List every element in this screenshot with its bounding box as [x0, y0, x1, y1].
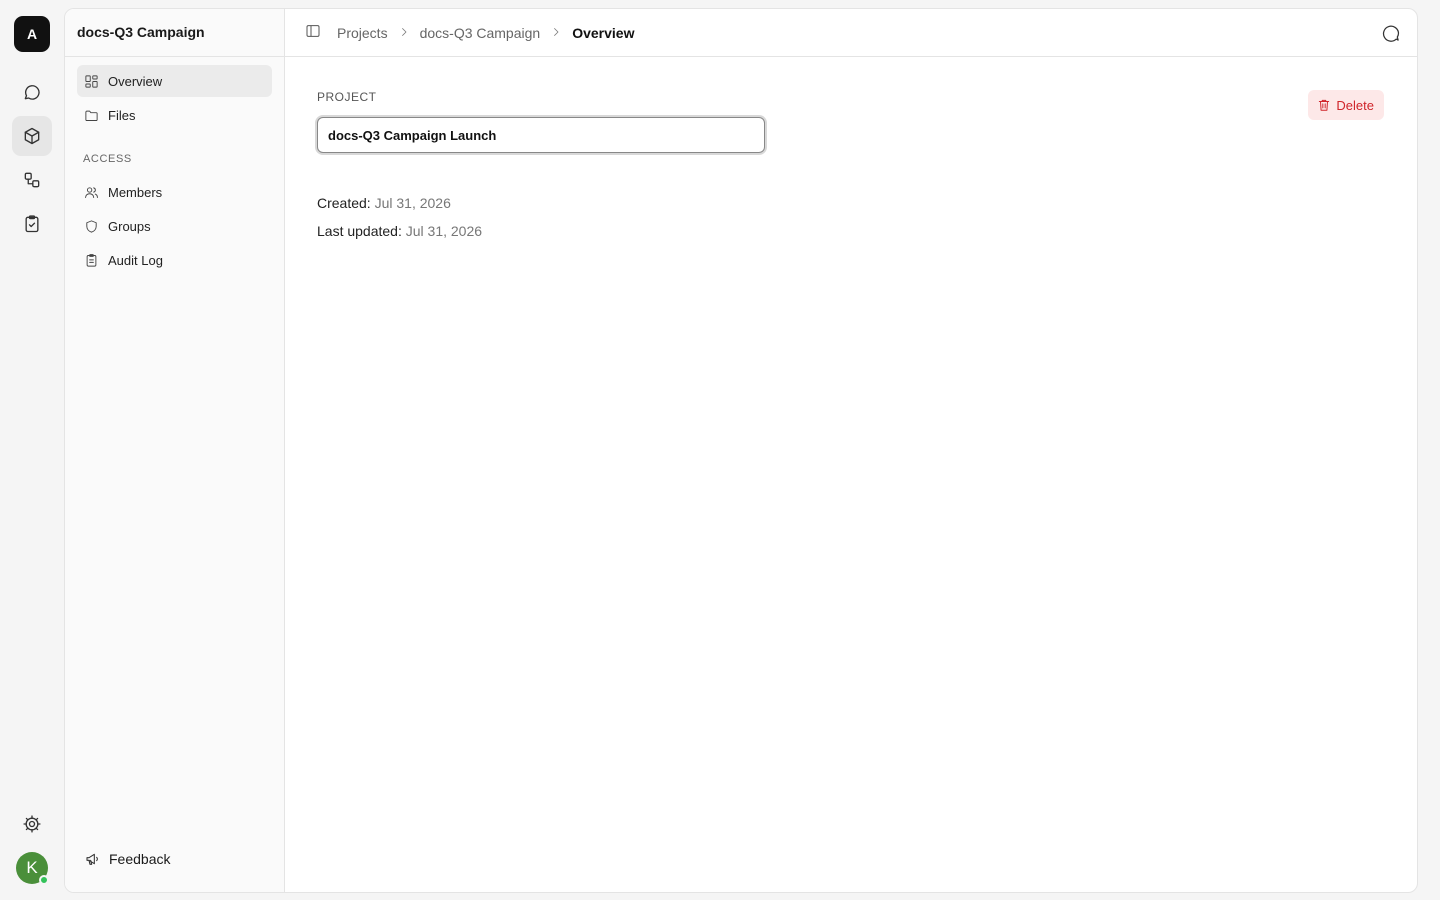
feedback-button[interactable]: Feedback	[85, 851, 170, 867]
sidebar-project-title: docs-Q3 Campaign	[77, 24, 205, 40]
rail-chat-button[interactable]	[12, 72, 52, 112]
chevron-right-icon	[398, 25, 410, 41]
sidebar-item-label: Members	[108, 184, 163, 200]
delete-button[interactable]: Delete	[1308, 90, 1384, 120]
sidebar-item-label: Audit Log	[108, 252, 163, 268]
gear-icon	[23, 815, 41, 833]
avatar-letter: K	[26, 858, 38, 877]
clipboard-list-icon	[86, 253, 97, 267]
settings-button[interactable]	[12, 804, 52, 844]
access-section-label: ACCESS	[83, 153, 132, 165]
rail-projects-button[interactable]	[12, 116, 52, 156]
updated-value: Jul 31, 2026	[405, 223, 483, 239]
breadcrumb-project[interactable]: docs-Q3 Campaign	[420, 25, 541, 41]
users-icon	[85, 186, 98, 198]
sidebar-item-label: Files	[108, 107, 136, 123]
sidebar-toggle-button[interactable]	[305, 23, 321, 42]
sidebar-item-label: Groups	[108, 218, 151, 234]
chevron-right-icon	[550, 25, 562, 41]
updated-meta: Last updated: Jul 31, 2026	[317, 223, 482, 239]
project-field-label: PROJECT	[317, 90, 377, 104]
user-avatar[interactable]: K	[16, 852, 49, 885]
dashboard-icon	[85, 74, 98, 88]
overview-content: PROJECT Delete Created: Jul 31, 2026 Las…	[285, 57, 1417, 892]
delete-label: Delete	[1336, 97, 1374, 113]
breadcrumb-current: Overview	[572, 24, 635, 41]
created-value: Jul 31, 2026	[374, 195, 451, 211]
sidebar-toggle-icon	[306, 25, 320, 37]
shield-icon	[86, 219, 97, 233]
chat-icon	[24, 85, 40, 100]
sidebar-item-files[interactable]: Files	[77, 99, 272, 131]
cube-icon	[24, 127, 40, 145]
workflow-icon	[24, 172, 40, 188]
assistant-chat-button[interactable]	[1381, 23, 1401, 46]
sidebar-item-members[interactable]: Members	[77, 176, 272, 208]
chat-bubble-icon	[1382, 25, 1400, 42]
folder-icon	[85, 110, 98, 121]
feedback-label: Feedback	[109, 851, 171, 867]
main-panel: docs-Q3 Campaign Overview Files ACCESS M…	[64, 8, 1418, 893]
sidebar-divider	[65, 56, 284, 57]
sidebar-item-label: Overview	[108, 73, 163, 89]
breadcrumb: Projects docs-Q3 Campaign Overview	[337, 25, 634, 41]
created-meta: Created: Jul 31, 2026	[317, 195, 451, 211]
workspace-logo[interactable]: A	[14, 16, 50, 52]
rail-tasks-button[interactable]	[12, 204, 52, 244]
project-sidebar: docs-Q3 Campaign Overview Files ACCESS M…	[65, 9, 285, 892]
icon-rail: A K	[0, 0, 64, 900]
sidebar-item-audit-log[interactable]: Audit Log	[77, 244, 272, 276]
clipboard-check-icon	[25, 215, 39, 233]
breadcrumb-projects[interactable]: Projects	[337, 25, 388, 41]
trash-icon	[1319, 99, 1330, 111]
sidebar-item-groups[interactable]: Groups	[77, 210, 272, 242]
rail-workflow-button[interactable]	[12, 160, 52, 200]
workspace-logo-letter: A	[26, 26, 38, 42]
online-status-dot	[39, 875, 49, 885]
sidebar-item-overview[interactable]: Overview	[77, 65, 272, 97]
top-bar: Projects docs-Q3 Campaign Overview	[285, 9, 1417, 57]
megaphone-icon	[86, 853, 98, 865]
created-label: Created:	[317, 195, 371, 211]
project-name-input[interactable]	[317, 117, 765, 153]
updated-label: Last updated:	[317, 223, 402, 239]
